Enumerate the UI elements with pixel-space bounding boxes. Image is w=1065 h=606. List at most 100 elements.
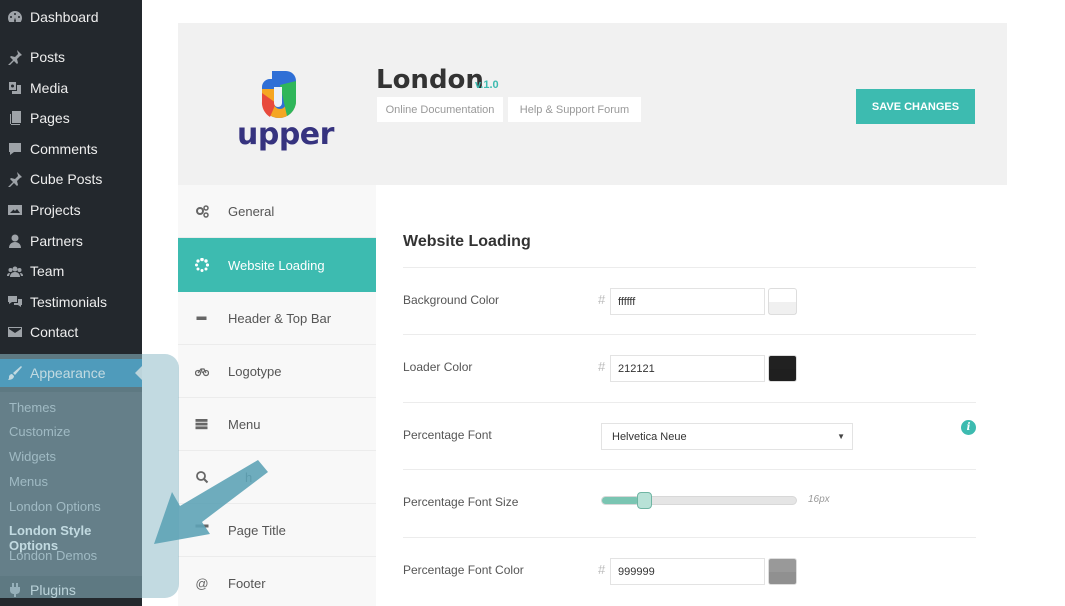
- chevron-down-icon: ▼: [837, 432, 845, 441]
- options-nav: General Website Loading Header & Top Bar…: [178, 185, 376, 606]
- slider-handle[interactable]: [637, 492, 652, 509]
- nav-page-title[interactable]: Page Title: [178, 504, 376, 557]
- nav-general[interactable]: General: [178, 185, 376, 238]
- percentage-font-select[interactable]: Helvetica Neue ▼: [601, 423, 853, 450]
- hash-symbol: #: [598, 562, 606, 577]
- wp-menu-label: Media: [30, 80, 69, 96]
- wp-menu-label: Cube Posts: [30, 171, 103, 187]
- user-icon: [6, 232, 24, 250]
- select-value: Helvetica Neue: [612, 430, 687, 443]
- percentage-font-color-row: Percentage Font Color # 999999: [403, 537, 976, 606]
- comment-icon: [6, 140, 24, 158]
- wp-menu-team[interactable]: Team: [0, 257, 142, 285]
- search-icon: [195, 470, 209, 484]
- wp-menu-label: Dashboard: [30, 9, 99, 25]
- wp-menu-label: Partners: [30, 233, 83, 249]
- percentage-font-row: Percentage Font Helvetica Neue ▼ i: [403, 402, 976, 470]
- bicycle-icon: [195, 364, 209, 378]
- wp-menu-media[interactable]: Media: [0, 74, 142, 102]
- wp-menu-cube-posts[interactable]: Cube Posts: [0, 165, 142, 193]
- nav-label: Logotype: [228, 363, 282, 379]
- theme-version: v.1.0: [475, 79, 499, 91]
- appearance-submenu: Themes Customize Widgets Menus London Op…: [0, 392, 142, 576]
- support-forum-link[interactable]: Help & Support Forum: [508, 97, 641, 122]
- wp-menu-label: Plugins: [30, 582, 76, 598]
- submenu-widgets[interactable]: Widgets: [9, 449, 56, 464]
- wp-menu-pages[interactable]: Pages: [0, 104, 142, 132]
- submenu-london-demos[interactable]: London Demos: [9, 548, 97, 563]
- wp-menu-dashboard[interactable]: Dashboard: [0, 3, 142, 31]
- wp-menu-testimonials[interactable]: Testimonials: [0, 288, 142, 316]
- wp-menu-projects[interactable]: Projects: [0, 196, 142, 224]
- nav-label: Menu: [228, 416, 261, 432]
- group-icon: [6, 262, 24, 280]
- submenu-customize[interactable]: Customize: [9, 424, 70, 439]
- submenu-themes[interactable]: Themes: [9, 400, 56, 415]
- font-size-slider[interactable]: [601, 492, 797, 509]
- background-color-field[interactable]: ffffff: [610, 288, 765, 315]
- nav-website-loading[interactable]: Website Loading: [178, 238, 376, 292]
- nav-label: General: [228, 203, 275, 219]
- info-icon[interactable]: i: [961, 420, 976, 435]
- wp-menu-posts[interactable]: Posts: [0, 43, 142, 71]
- submenu-london-options[interactable]: London Options: [9, 499, 101, 514]
- wp-menu-label: Pages: [30, 110, 70, 126]
- nav-menu[interactable]: Menu: [178, 398, 376, 451]
- comments-icon: [6, 293, 24, 311]
- percentage-font-size-row: Percentage Font Size 16px: [403, 469, 976, 537]
- panel-header: upper London v.1.0 Online Documentation …: [178, 23, 1007, 185]
- loader-color-row: Loader Color # 212121: [403, 334, 976, 402]
- wp-menu-label: Team: [30, 263, 65, 279]
- hash-symbol: #: [598, 292, 606, 307]
- minus-icon: [195, 311, 209, 325]
- save-changes-button[interactable]: SAVE CHANGES: [856, 89, 975, 124]
- slider-fill: [602, 497, 639, 504]
- logo-text: upper: [237, 117, 334, 152]
- spinner-icon: [195, 258, 209, 272]
- theme-title: London: [376, 65, 484, 95]
- nav-label: h: [245, 469, 253, 485]
- option-label: Percentage Font Color: [403, 563, 524, 577]
- nav-search[interactable]: h: [178, 451, 376, 504]
- submenu-menus[interactable]: Menus: [9, 474, 48, 489]
- wp-menu-comments[interactable]: Comments: [0, 135, 142, 163]
- nav-header-top-bar[interactable]: Header & Top Bar: [178, 292, 376, 345]
- wp-menu-partners[interactable]: Partners: [0, 227, 142, 255]
- option-label: Loader Color: [403, 360, 473, 374]
- media-icon: [6, 79, 24, 97]
- nav-label: Page Title: [228, 522, 286, 538]
- wp-menu-contact[interactable]: Contact: [0, 318, 142, 346]
- brush-icon: [6, 364, 24, 382]
- hash-symbol: #: [598, 359, 606, 374]
- option-label: Percentage Font Size: [403, 495, 519, 509]
- wp-menu-label: Contact: [30, 324, 79, 340]
- mail-icon: [6, 323, 24, 341]
- background-color-swatch[interactable]: [768, 288, 797, 315]
- nav-label: Footer: [228, 575, 266, 591]
- plugin-icon: [6, 581, 24, 599]
- online-documentation-link[interactable]: Online Documentation: [377, 97, 503, 122]
- loader-color-field[interactable]: 212121: [610, 355, 765, 382]
- wp-menu-label: Comments: [30, 141, 98, 157]
- percentage-font-color-swatch[interactable]: [768, 558, 797, 585]
- font-size-value: 16px: [808, 494, 830, 505]
- at-icon: @: [195, 575, 209, 591]
- background-color-row: Background Color # ffffff: [403, 267, 976, 335]
- percentage-font-color-field[interactable]: 999999: [610, 558, 765, 585]
- wp-menu-appearance[interactable]: Appearance: [0, 359, 142, 387]
- pin-icon: [6, 48, 24, 66]
- option-label: Background Color: [403, 293, 500, 307]
- title-icon: [195, 523, 209, 537]
- wp-menu-label: Testimonials: [30, 294, 108, 310]
- pin-icon: [6, 170, 24, 188]
- wp-menu-label: Posts: [30, 49, 66, 65]
- gears-icon: [195, 204, 209, 218]
- nav-label: Website Loading: [228, 257, 325, 273]
- nav-footer[interactable]: @ Footer: [178, 557, 376, 606]
- wp-menu-plugins[interactable]: Plugins: [0, 576, 142, 604]
- loader-color-swatch[interactable]: [768, 355, 797, 382]
- section-heading: Website Loading: [403, 233, 531, 250]
- nav-logotype[interactable]: Logotype: [178, 345, 376, 398]
- option-label: Percentage Font: [403, 428, 492, 442]
- page-icon: [6, 109, 24, 127]
